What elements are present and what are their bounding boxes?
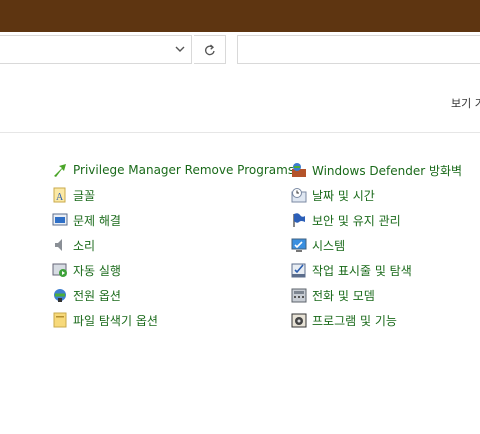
item-label: 작업 표시줄 및 탐색 <box>312 263 412 278</box>
power-icon <box>54 289 66 302</box>
item-fonts[interactable]: A 글꼴 <box>52 186 95 204</box>
system-icon <box>291 238 307 252</box>
refresh-icon <box>205 44 215 56</box>
item-file-explorer-options[interactable]: 파일 탐색기 옵션 <box>52 311 158 329</box>
item-security-maintenance[interactable]: 보안 및 유지 관리 <box>291 211 401 229</box>
flag-icon <box>293 213 305 227</box>
item-taskbar-navigation[interactable]: 작업 표시줄 및 탐색 <box>291 261 412 279</box>
folder-options-icon <box>53 312 67 328</box>
font-icon: A <box>53 187 66 203</box>
item-label: Windows Defender 방화벽 <box>312 163 463 178</box>
item-label: 문제 해결 <box>73 213 121 228</box>
item-power-options[interactable]: 전원 옵션 <box>52 286 121 304</box>
item-label: 날짜 및 시간 <box>312 188 375 203</box>
item-label: 파일 탐색기 옵션 <box>73 313 158 328</box>
item-date-time[interactable]: 날짜 및 시간 <box>291 186 375 204</box>
item-autoplay[interactable]: 자동 실행 <box>52 261 121 279</box>
firewall-icon <box>292 163 306 177</box>
item-system[interactable]: 시스템 <box>291 236 345 254</box>
window-titlebar <box>0 0 480 32</box>
item-phone-modem[interactable]: 전화 및 모뎀 <box>291 286 375 304</box>
phone-icon <box>291 288 307 303</box>
troubleshoot-icon <box>52 213 68 226</box>
item-label: 전원 옵션 <box>73 288 121 303</box>
chevron-down-icon[interactable] <box>175 45 185 53</box>
item-label: 소리 <box>73 238 96 253</box>
item-label: Privilege Manager Remove Programs <box>73 163 295 177</box>
item-privilege-manager[interactable]: Privilege Manager Remove Programs <box>52 161 294 179</box>
refresh-button[interactable] <box>194 35 226 64</box>
divider <box>0 132 480 133</box>
search-input[interactable] <box>237 35 480 64</box>
item-label: 자동 실행 <box>73 263 121 278</box>
programs-icon <box>291 313 307 328</box>
clock-icon <box>291 188 307 203</box>
autoplay-icon <box>52 263 67 277</box>
item-windows-defender-firewall[interactable]: Windows Defender 방화벽 <box>291 161 462 179</box>
speaker-icon <box>55 239 62 251</box>
item-troubleshooting[interactable]: 문제 해결 <box>52 211 121 229</box>
address-bar[interactable] <box>0 35 192 64</box>
view-by-label[interactable]: 보기 기 <box>451 95 480 111</box>
item-label: 글꼴 <box>73 188 96 203</box>
svg-text:A: A <box>56 192 64 203</box>
arrow-icon <box>54 164 66 177</box>
item-programs-features[interactable]: 프로그램 및 기능 <box>291 311 397 329</box>
item-label: 전화 및 모뎀 <box>312 288 375 303</box>
item-label: 프로그램 및 기능 <box>312 313 397 328</box>
taskbar-icon <box>291 263 306 278</box>
item-label: 시스템 <box>312 238 346 253</box>
item-label: 보안 및 유지 관리 <box>312 213 401 228</box>
item-sound[interactable]: 소리 <box>52 236 95 254</box>
